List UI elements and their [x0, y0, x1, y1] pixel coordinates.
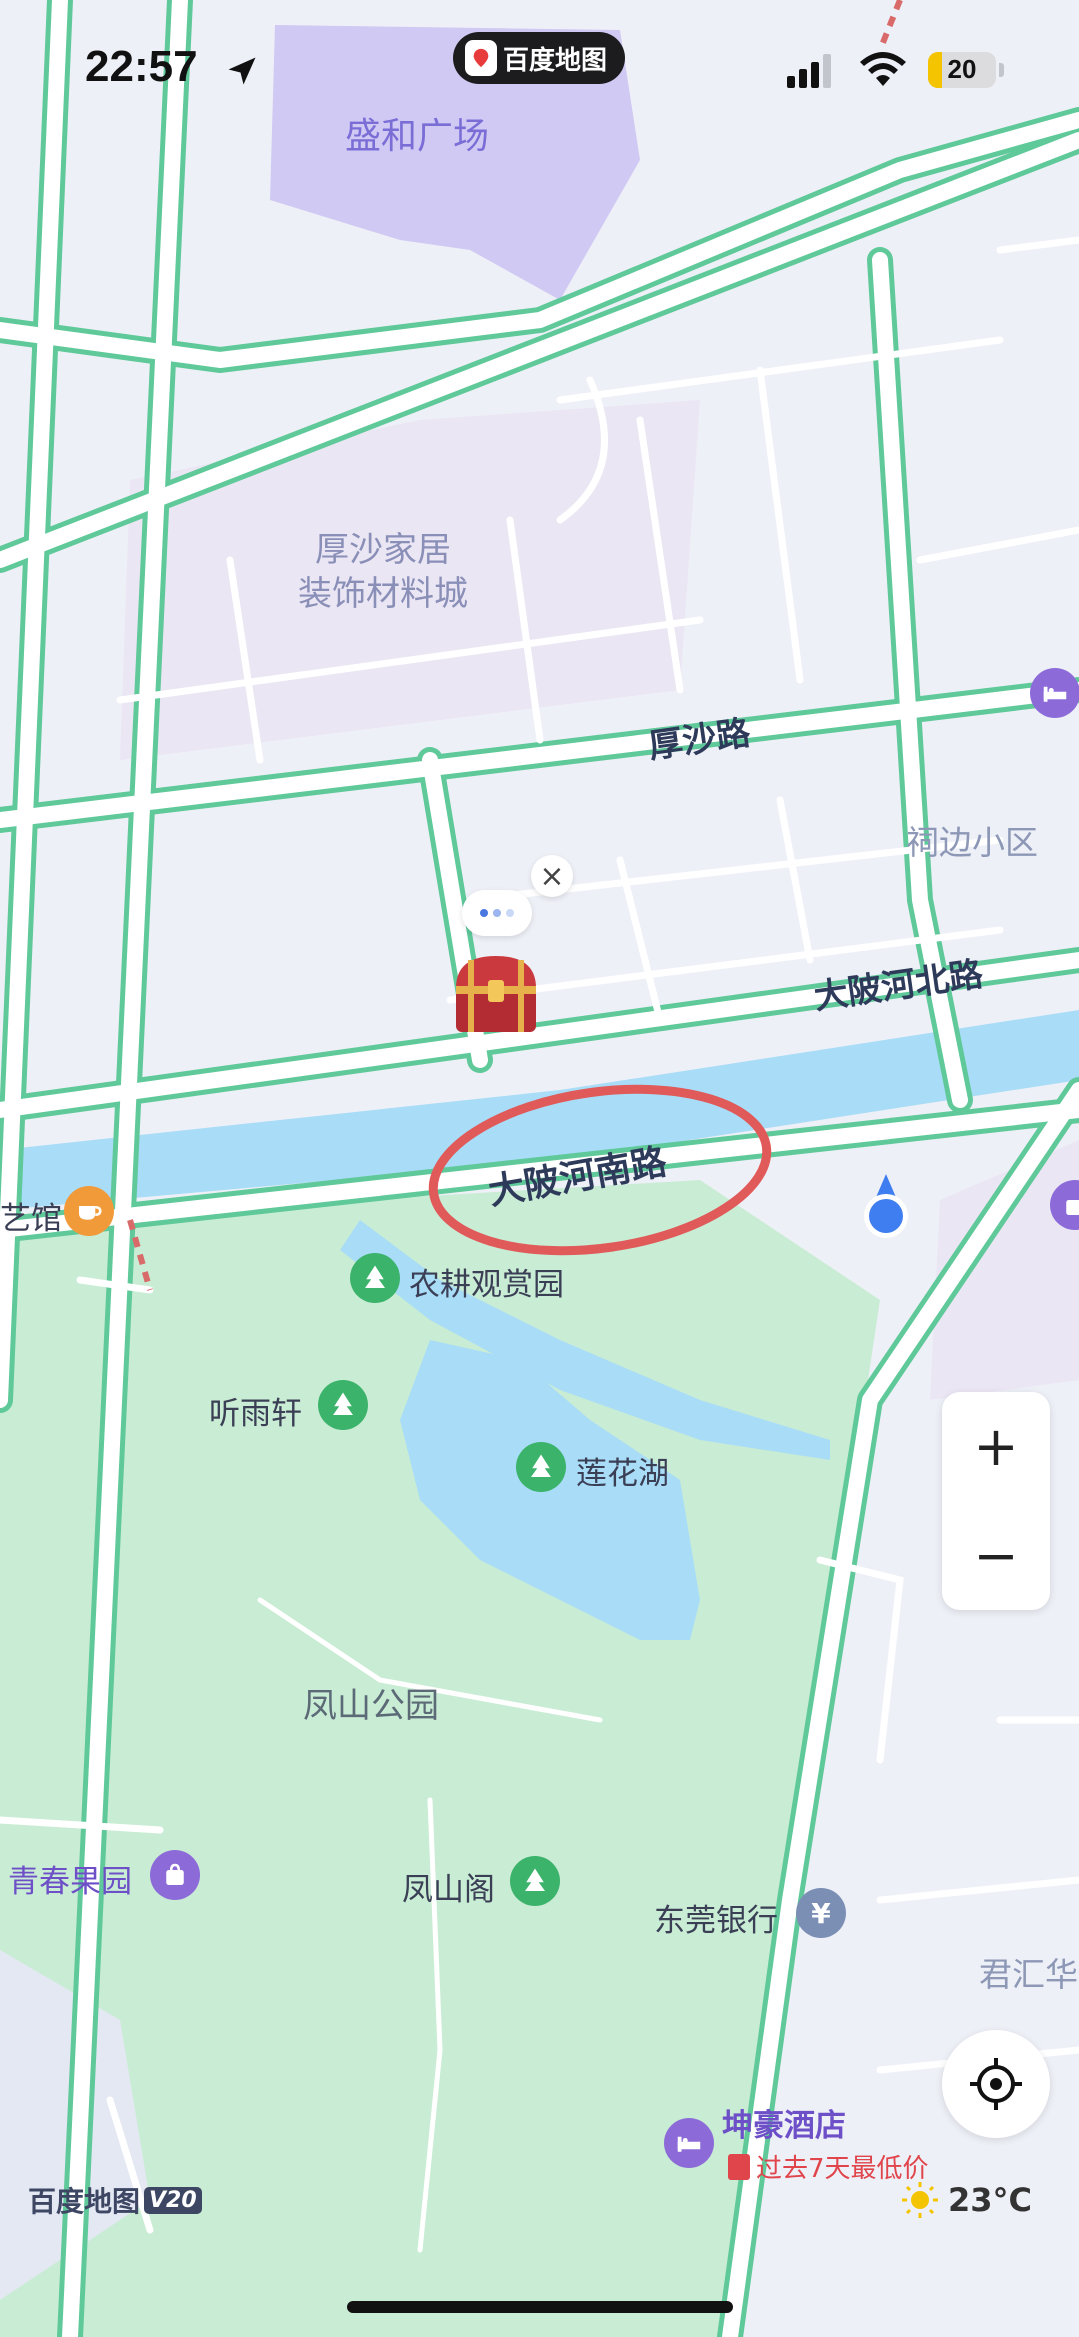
- bank-yen-icon[interactable]: ¥: [796, 1888, 846, 1938]
- zoom-out-button[interactable]: −: [942, 1501, 1050, 1610]
- sun-icon: [902, 2182, 938, 2218]
- promo-icon: [728, 2153, 750, 2180]
- poi-dongguan-bank[interactable]: 东莞银行: [654, 1895, 778, 1940]
- poi-hotel[interactable]: 坤豪酒店: [722, 2100, 846, 2145]
- signal-icon: [787, 54, 831, 88]
- brand-version: V20: [144, 2186, 202, 2214]
- poi-art-hall[interactable]: 艺馆: [0, 1193, 62, 1238]
- area-label-plaza[interactable]: 盛和广场: [345, 115, 489, 159]
- coffee-icon[interactable]: [64, 1186, 114, 1236]
- tree-icon[interactable]: [318, 1380, 368, 1430]
- app-badge[interactable]: 百度地图: [453, 32, 625, 84]
- baidu-map-logo-icon: [465, 40, 497, 76]
- user-location-icon[interactable]: [856, 1172, 916, 1244]
- bag-icon[interactable]: [150, 1850, 200, 1900]
- status-bar: 22:57 百度地图 20: [0, 0, 1079, 140]
- poi-tingyu[interactable]: 听雨轩: [209, 1388, 302, 1433]
- hotel-bed-icon[interactable]: [664, 2118, 714, 2168]
- zoom-controls: + −: [942, 1392, 1050, 1610]
- more-bubble[interactable]: [462, 890, 532, 936]
- close-bubble-button[interactable]: ×: [531, 855, 573, 897]
- zoom-in-button[interactable]: +: [942, 1392, 1050, 1501]
- battery-icon: 20: [928, 52, 996, 88]
- poi-fengshan-pavilion[interactable]: 凤山阁: [402, 1864, 495, 1909]
- locate-button[interactable]: [942, 2030, 1050, 2138]
- area-label-community[interactable]: 祠边小区: [906, 816, 1038, 864]
- area-label-furniture-line2: 装饰材料城: [298, 574, 468, 614]
- wifi-icon: [860, 52, 906, 86]
- treasure-chest-icon[interactable]: [448, 950, 544, 1038]
- area-label-junhui[interactable]: 君汇华: [979, 1948, 1078, 1996]
- locate-crosshair-icon: [970, 2058, 1022, 2110]
- app-badge-label: 百度地图: [503, 45, 608, 76]
- tree-icon[interactable]: [510, 1856, 560, 1906]
- weather-widget[interactable]: 23°C: [900, 2180, 1032, 2220]
- hotel-promo-tag[interactable]: 过去7天最低价: [728, 2148, 929, 2185]
- area-label-furniture[interactable]: 厚沙家居 装饰材料城: [298, 528, 468, 616]
- hotel-bed-icon[interactable]: [1030, 668, 1079, 718]
- location-arrow-icon: [228, 57, 256, 85]
- home-indicator[interactable]: [347, 2301, 733, 2313]
- brand-text: 百度地图: [28, 2185, 141, 2218]
- area-label-furniture-line1: 厚沙家居: [315, 530, 451, 570]
- tree-icon[interactable]: [350, 1253, 400, 1303]
- status-time: 22:57: [85, 42, 198, 91]
- poi-farm-view[interactable]: 农耕观赏园: [409, 1259, 564, 1304]
- poi-youth-orchard[interactable]: 青春果园: [8, 1856, 132, 1901]
- poi-lotus-lake[interactable]: 莲花湖: [576, 1448, 669, 1493]
- close-icon: ×: [539, 858, 565, 894]
- area-label-park[interactable]: 凤山公园: [303, 1678, 439, 1727]
- tree-icon[interactable]: [516, 1442, 566, 1492]
- brand-watermark: 百度地图 V20: [28, 2180, 202, 2220]
- battery-level: 20: [947, 54, 977, 84]
- temperature-text: 23°C: [948, 2181, 1033, 2219]
